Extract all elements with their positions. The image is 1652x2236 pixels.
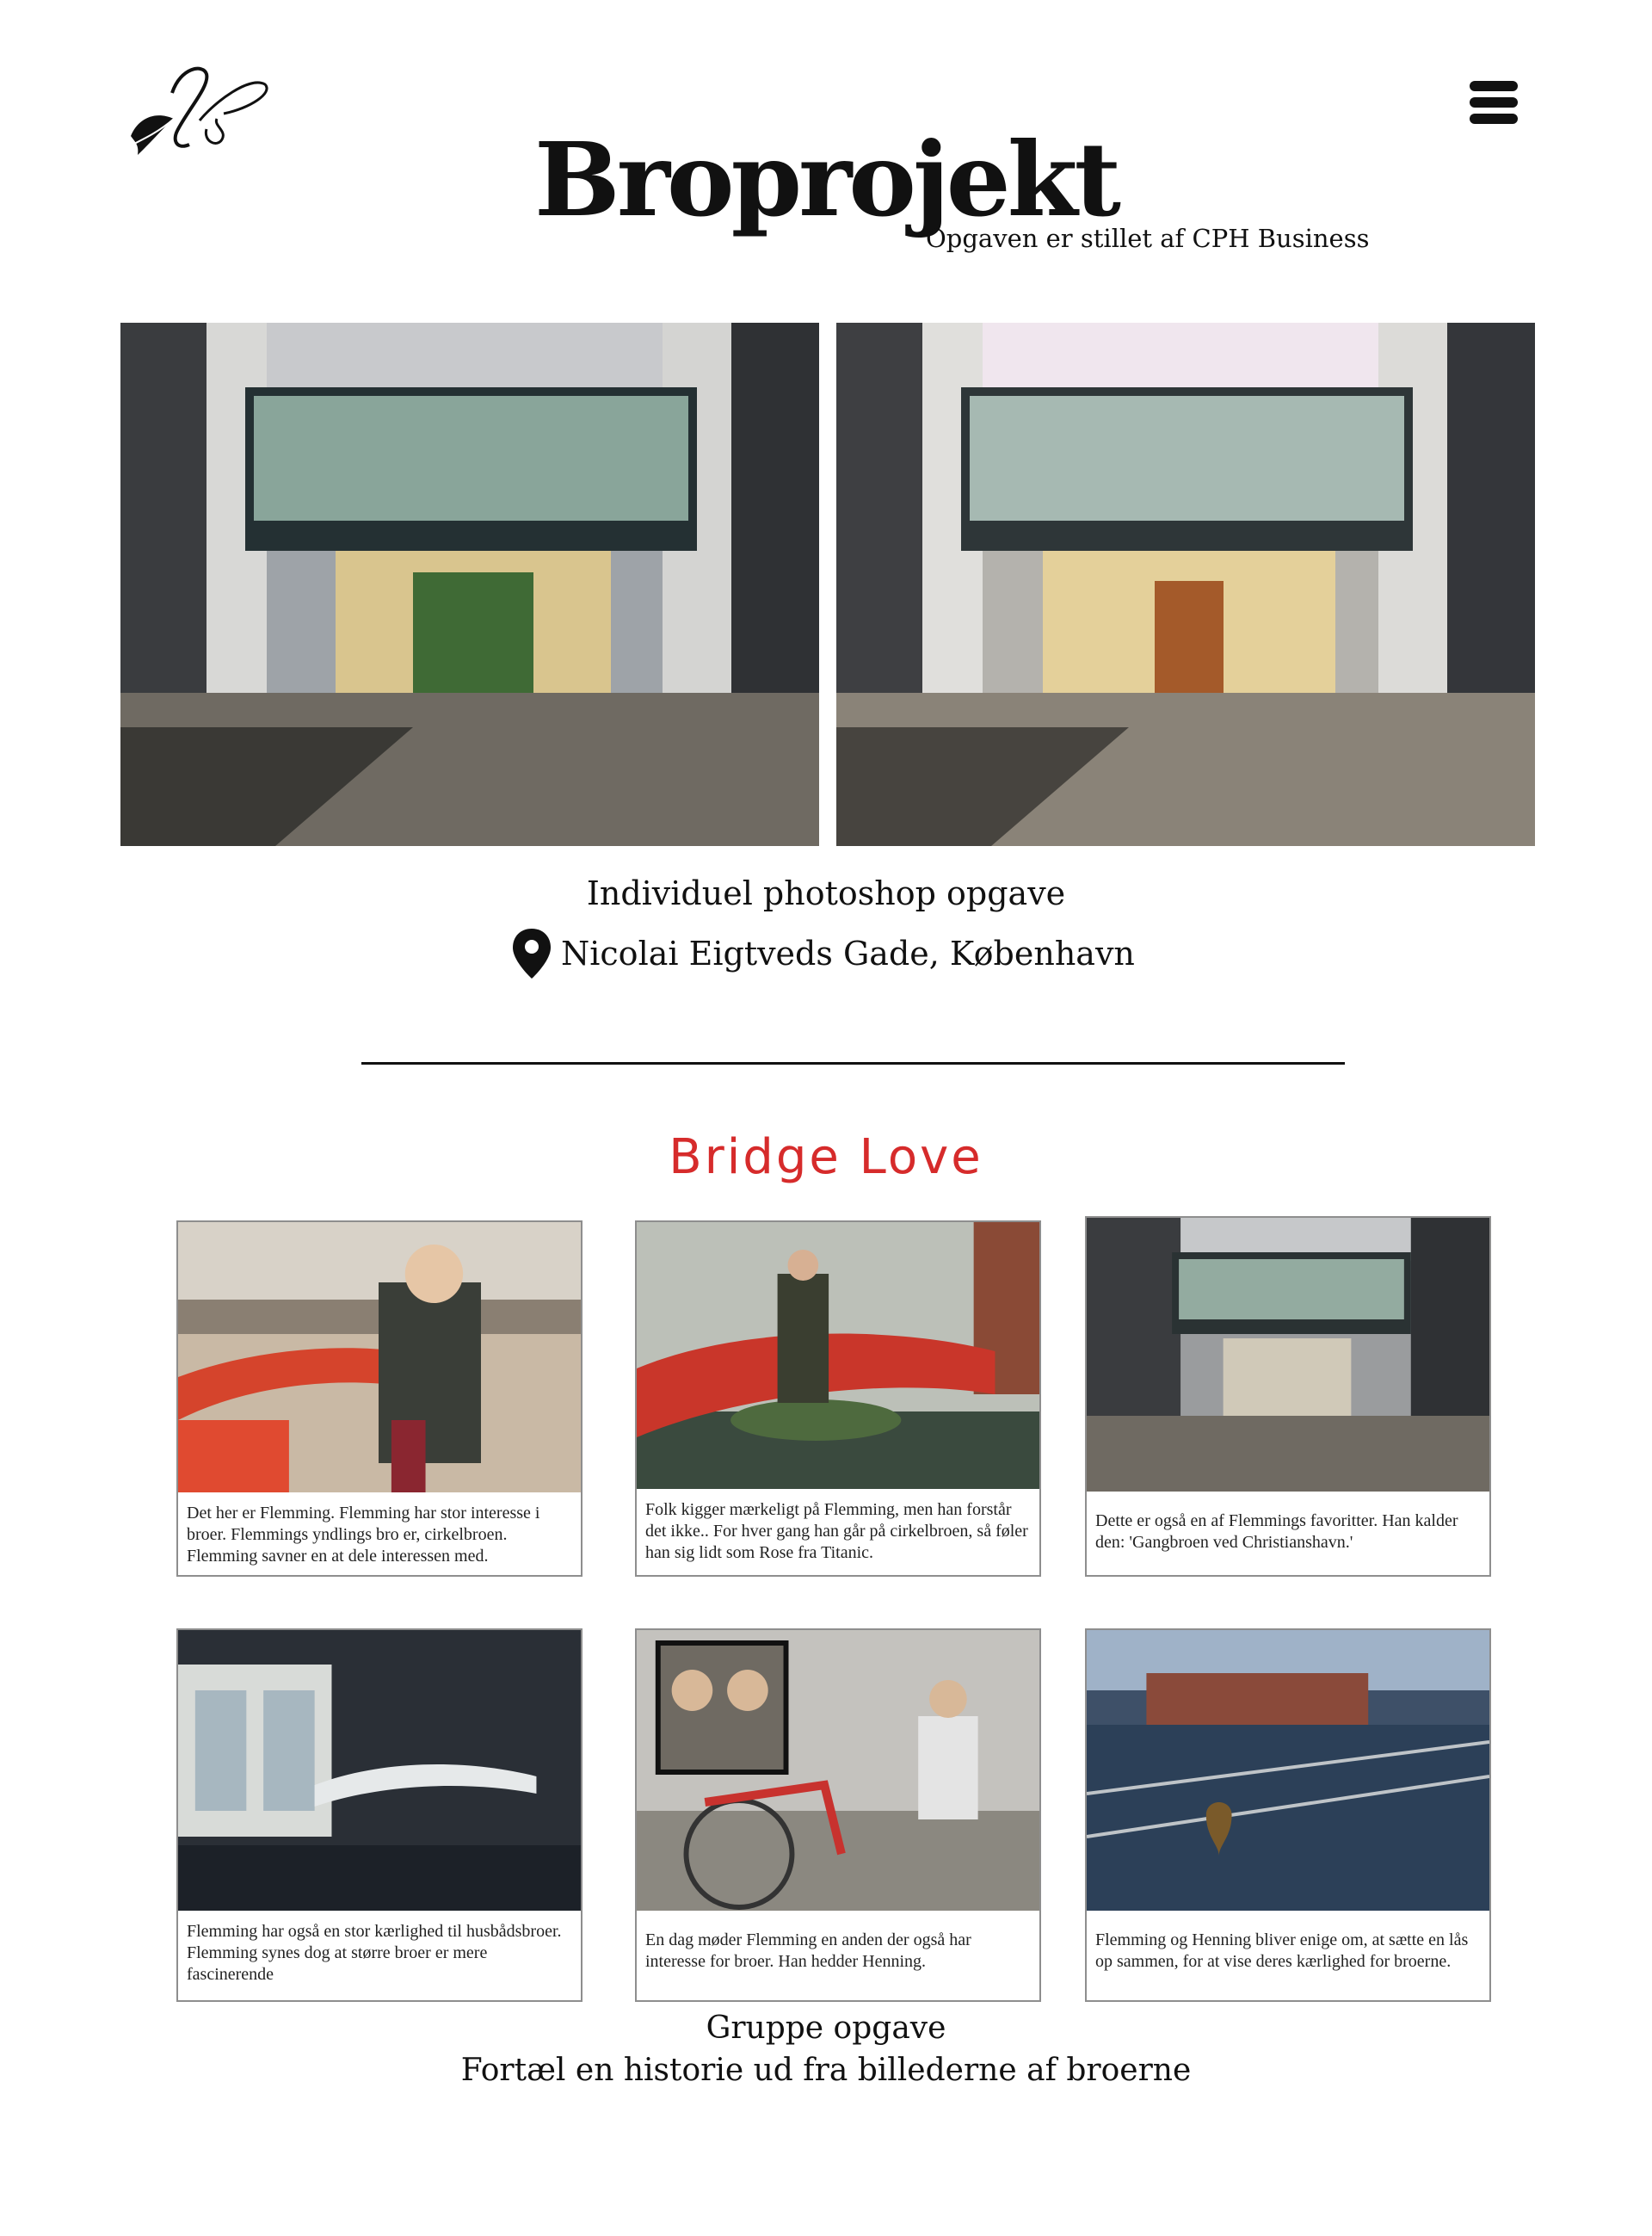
bridge-love-heading: Bridge Love	[669, 1129, 983, 1185]
hamburger-menu-icon[interactable]	[1470, 81, 1518, 124]
story-text: Flemming og Henning bliver enige om, at …	[1095, 1930, 1469, 1971]
story-card: En dag møder Flemming en anden der også …	[635, 1628, 1041, 2002]
map-pin-icon	[511, 927, 552, 980]
story-photo	[1087, 1218, 1489, 1492]
story-text: Flemming har også en stor kærlighed til …	[187, 1922, 562, 1984]
story-text: Det her er Flemming. Flemming har stor i…	[187, 1504, 540, 1566]
story-photo	[178, 1222, 581, 1492]
story-card: Flemming og Henning bliver enige om, at …	[1085, 1628, 1491, 2002]
page-title: Broprojekt	[533, 120, 1121, 239]
page-subtitle: Opgaven er stillet af CPH Business	[926, 224, 1370, 253]
story-card: Dette er også en af Flemmings favoritter…	[1085, 1216, 1491, 1577]
story-photo	[178, 1630, 581, 1911]
location-line: Nicolai Eigtveds Gade, København	[511, 926, 1135, 981]
story-text: Dette er også en af Flemmings favoritter…	[1095, 1511, 1458, 1552]
location-text: Nicolai Eigtveds Gade, København	[561, 935, 1135, 973]
group-caption: Gruppe opgave	[706, 2011, 946, 2046]
bridge-photo-original	[120, 323, 819, 846]
story-photo	[637, 1222, 1039, 1489]
story-photo	[1087, 1630, 1489, 1911]
bridge-photo-edited	[836, 323, 1535, 846]
individual-caption: Individuel photoshop opgave	[586, 874, 1066, 912]
story-card: Flemming har også en stor kærlighed til …	[176, 1628, 583, 2002]
section-divider	[361, 1062, 1345, 1065]
story-text: Folk kigger mærkeligt på Flemming, men h…	[645, 1500, 1028, 1562]
story-card: Folk kigger mærkeligt på Flemming, men h…	[635, 1220, 1041, 1577]
story-photo	[637, 1630, 1039, 1911]
story-text: En dag møder Flemming en anden der også …	[645, 1930, 971, 1971]
group-description: Fortæl en historie ud fra billederne af …	[460, 2053, 1192, 2088]
story-card: Det her er Flemming. Flemming har stor i…	[176, 1220, 583, 1577]
